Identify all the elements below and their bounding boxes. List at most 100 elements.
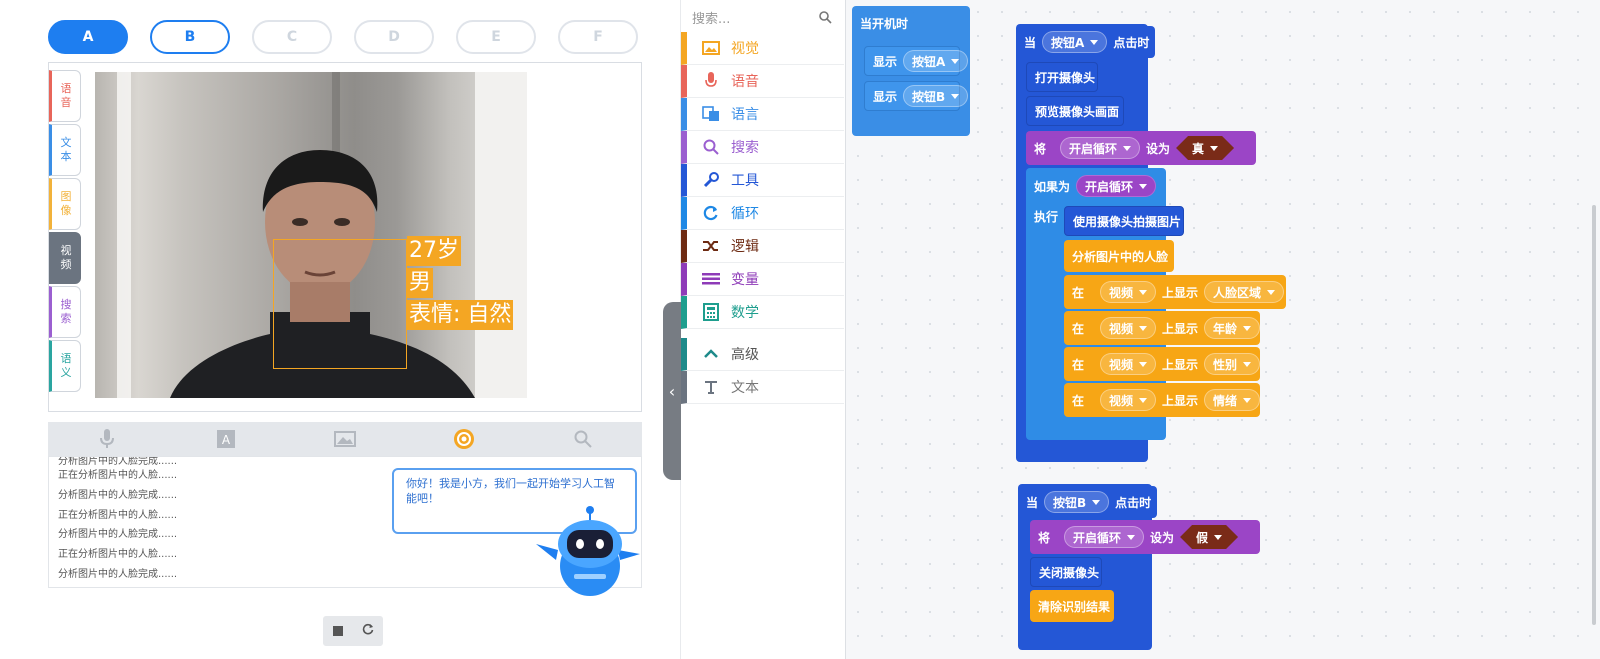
svg-text:A: A	[222, 433, 231, 447]
display-dropdown[interactable]: 年龄	[1204, 317, 1261, 339]
show-face-area-block[interactable]: 在 视频 上显示 人脸区域	[1064, 275, 1286, 309]
display-dropdown[interactable]: 情绪	[1204, 389, 1261, 411]
display-dropdown[interactable]: 性别	[1204, 353, 1261, 375]
set-loop-false-block[interactable]: 将 开启循环 设为 假	[1030, 520, 1260, 554]
category-language[interactable]: 语言	[681, 98, 844, 131]
side-tab-text[interactable]: 文本	[49, 124, 81, 176]
button-dropdown[interactable]: 按钮A	[903, 50, 969, 72]
side-tab-label: 语义	[60, 352, 72, 379]
variable-dropdown[interactable]: 开启循环	[1064, 526, 1145, 548]
boolean-true-dropdown[interactable]: 真	[1176, 136, 1234, 160]
category-tools[interactable]: 工具	[681, 164, 844, 197]
category-label: 语言	[731, 107, 759, 123]
category-vision[interactable]: 视觉	[681, 32, 844, 65]
loop-icon	[701, 204, 721, 222]
analyze-face-block[interactable]: 分析图片中的人脸	[1064, 240, 1174, 272]
button-dropdown[interactable]: 按钮A	[1042, 31, 1108, 53]
category-text[interactable]: 文本	[681, 371, 844, 404]
refresh-icon[interactable]	[362, 623, 374, 639]
condition-variable-dropdown[interactable]: 开启循环	[1076, 175, 1157, 197]
workspace-scrollbar[interactable]	[1592, 205, 1596, 625]
close-camera-block[interactable]: 关闭摄像头	[1030, 557, 1102, 587]
event-b-header: 当 按钮B 点击时	[1018, 486, 1158, 518]
category-label: 循环	[731, 206, 759, 222]
chevron-up-icon	[701, 345, 721, 363]
side-tab-label: 图像	[60, 190, 72, 217]
stage-button-a[interactable]: A	[48, 20, 128, 54]
image-icon[interactable]	[333, 428, 356, 450]
age-label: 27岁	[407, 236, 461, 266]
emotion-label: 表情: 自然	[407, 300, 514, 330]
side-tab-search[interactable]: 搜索	[49, 286, 81, 338]
wrench-icon	[701, 171, 721, 189]
side-tab-semantic[interactable]: 语义	[49, 340, 81, 392]
on-start-label: 当开机时	[852, 10, 915, 36]
category-math[interactable]: 数学	[681, 296, 844, 329]
text-icon[interactable]: A	[215, 428, 237, 450]
stage-button-e[interactable]: E	[456, 20, 536, 54]
show-gender-block[interactable]: 在 视频 上显示 性别	[1064, 347, 1261, 381]
category-label: 视觉	[731, 41, 759, 57]
clear-results-block[interactable]: 清除识别结果	[1030, 590, 1114, 622]
side-tab-image[interactable]: 图像	[49, 178, 81, 230]
category-advanced[interactable]: 高级	[681, 338, 844, 371]
category-label: 变量	[731, 272, 759, 288]
microphone-icon	[701, 72, 721, 90]
category-label: 逻辑	[731, 239, 759, 255]
category-search[interactable]: 搜索	[681, 131, 844, 164]
show-button-a-block[interactable]: 显示 按钮A	[864, 46, 969, 76]
category-label: 高级	[731, 347, 759, 363]
log-line: 正在分析图片中的人脸......	[58, 510, 178, 521]
category-loop[interactable]: 循环	[681, 197, 844, 230]
search-icon	[819, 10, 832, 24]
side-tab-speech[interactable]: 语音	[49, 70, 81, 122]
search-icon[interactable]	[572, 428, 594, 450]
translate-icon	[701, 105, 721, 123]
toolbox-search-input[interactable]: 搜索...	[692, 8, 730, 27]
button-dropdown[interactable]: 按钮B	[903, 85, 969, 107]
target-dropdown[interactable]: 视频	[1100, 353, 1157, 375]
do-label: 执行	[1034, 209, 1059, 224]
side-tab-video[interactable]: 视频	[49, 232, 81, 284]
category-variables[interactable]: 变量	[681, 263, 844, 296]
capture-photo-block[interactable]: 使用摄像头拍摄图片	[1064, 206, 1184, 236]
open-camera-block[interactable]: 打开摄像头	[1026, 62, 1098, 92]
event-a-header: 当 按钮A 点击时	[1016, 26, 1156, 58]
search-icon	[701, 138, 721, 156]
display-dropdown[interactable]: 人脸区域	[1204, 281, 1285, 303]
stage-button-d[interactable]: D	[354, 20, 434, 54]
show-button-b-block[interactable]: 显示 按钮B	[864, 81, 969, 111]
variable-dropdown[interactable]: 开启循环	[1060, 137, 1141, 159]
boolean-false-dropdown[interactable]: 假	[1180, 525, 1238, 549]
target-dropdown[interactable]: 视频	[1100, 389, 1157, 411]
set-loop-true-block[interactable]: 将 开启循环 设为 真	[1026, 131, 1256, 165]
video-icon[interactable]	[453, 428, 475, 450]
stage-button-b[interactable]: B	[150, 20, 230, 54]
category-label: 搜索	[731, 140, 759, 156]
image-icon	[701, 39, 721, 57]
microphone-icon[interactable]	[96, 428, 118, 450]
button-dropdown[interactable]: 按钮B	[1044, 491, 1110, 513]
shuffle-icon	[701, 237, 721, 255]
target-dropdown[interactable]: 视频	[1100, 317, 1157, 339]
side-tab-label: 语音	[60, 82, 72, 109]
log-line: 正在分析图片中的人脸......	[58, 549, 178, 560]
category-speech[interactable]: 语音	[681, 65, 844, 98]
category-logic[interactable]: 逻辑	[681, 230, 844, 263]
stage-button-c[interactable]: C	[252, 20, 332, 54]
preview-camera-block[interactable]: 预览摄像头画面	[1026, 96, 1124, 126]
side-tab-label: 视频	[60, 244, 72, 271]
category-label: 语音	[731, 74, 759, 90]
show-emotion-block[interactable]: 在 视频 上显示 情绪	[1064, 383, 1261, 417]
app-root: A B C D E F 语音 文本 图像 视频 搜索 语义 27岁 男 表情: …	[0, 0, 1600, 659]
toolbox-search[interactable]: 搜索...	[692, 6, 832, 28]
target-dropdown[interactable]: 视频	[1100, 281, 1157, 303]
stage-button-f[interactable]: F	[558, 20, 638, 54]
stop-icon[interactable]	[332, 626, 343, 636]
chevron-left-icon: ‹	[668, 381, 676, 401]
category-label: 工具	[731, 173, 759, 189]
show-age-block[interactable]: 在 视频 上显示 年龄	[1064, 311, 1261, 345]
log-line: 正在分析图片中的人脸......	[58, 470, 178, 481]
collapse-stage-handle[interactable]: ‹	[663, 302, 681, 480]
if-header: 如果为 开启循环	[1026, 170, 1162, 202]
